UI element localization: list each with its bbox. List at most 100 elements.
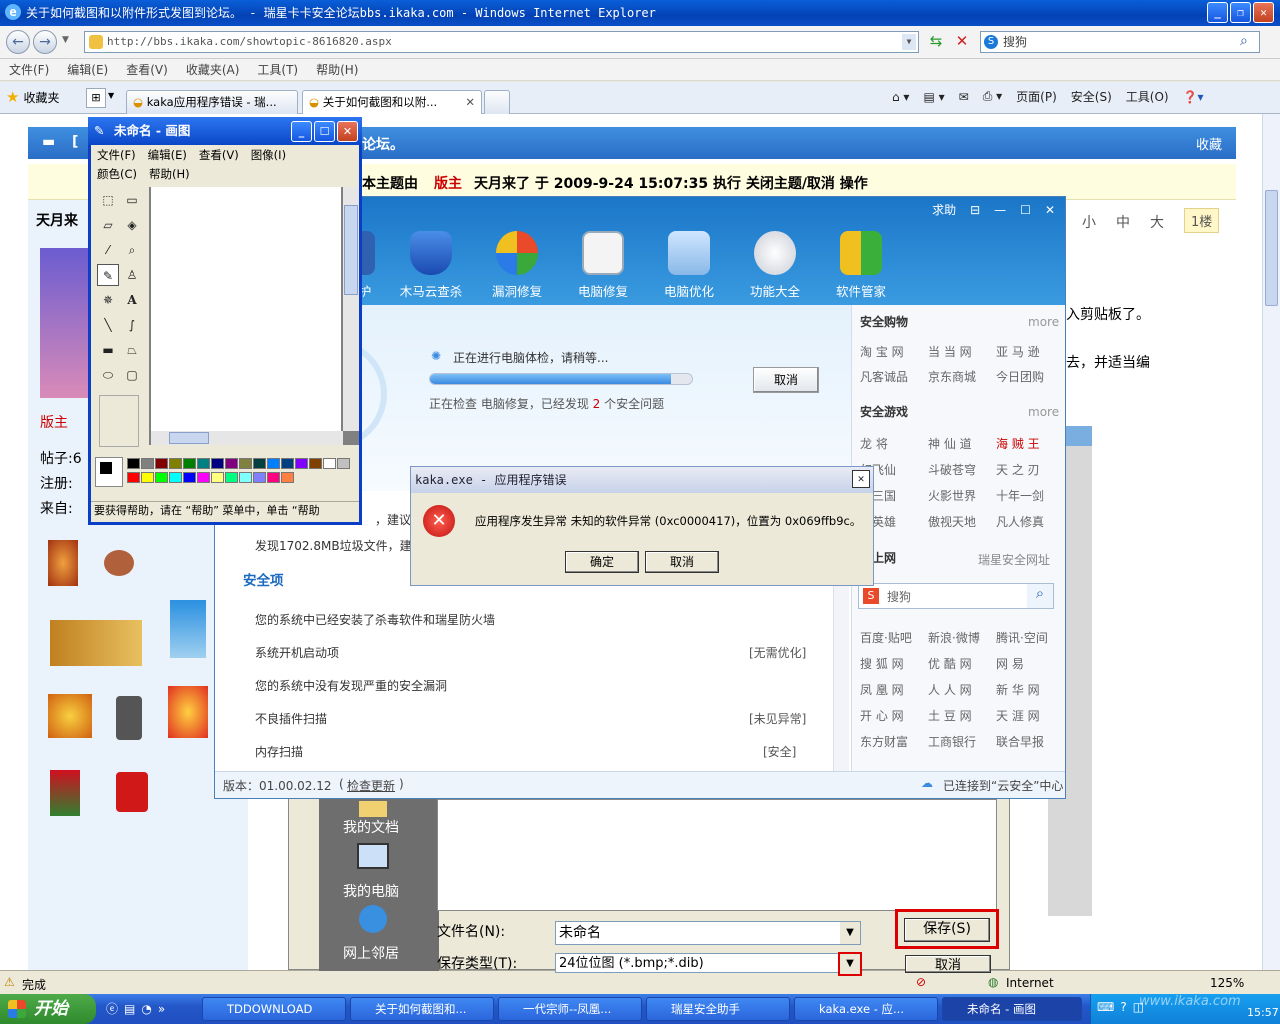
page-menu[interactable]: 页面(P) [1016,88,1057,105]
icon-vuln-fix[interactable]: 漏洞修复 [477,231,557,300]
link[interactable]: 神 仙 道 [928,435,972,452]
ie-quicklaunch-icon[interactable]: ⓔ [106,1000,118,1017]
rising-site-link[interactable]: 瑞星安全网址 [978,551,1050,568]
link[interactable]: 新 华 网 [996,681,1040,698]
color-swatch[interactable] [169,458,182,469]
link[interactable]: 凡客诚品 [860,368,908,385]
brush-icon[interactable]: ♙ [121,264,143,286]
color-swatch[interactable] [253,458,266,469]
menu-file[interactable]: 文件(F) [9,61,49,78]
favorites-button[interactable]: ★ 收藏夹 [6,88,59,106]
color-swatch[interactable] [281,458,294,469]
task-paint[interactable]: 未命名 - 画图 [942,997,1082,1021]
scrollbar-thumb[interactable] [344,205,358,295]
color-swatch[interactable] [267,472,280,483]
minimize-button[interactable]: _ [1207,2,1228,23]
color-swatch[interactable] [211,472,224,483]
icon-trojan-scan[interactable]: 木马云查杀 [391,231,471,300]
color-swatch[interactable] [211,458,224,469]
menu-help[interactable]: 帮助(H) [316,61,358,78]
url-dropdown-icon[interactable]: ▼ [902,34,916,50]
text-icon[interactable]: A [121,289,143,311]
favorite-link[interactable]: 收藏 [1196,134,1222,153]
icon-all-features[interactable]: 功能大全 [735,231,815,300]
keyboard-icon[interactable]: ⌨ [1097,1000,1114,1014]
tool-options[interactable] [99,395,139,447]
chevron-down-icon[interactable]: ▼ [838,952,862,976]
ellipse-icon[interactable]: ⬭ [97,364,119,386]
color-swatch[interactable] [183,472,196,483]
select-icon[interactable]: ▭ [121,189,143,211]
more-link[interactable]: more [1028,405,1059,419]
canvas-vscrollbar[interactable] [343,187,359,431]
color-swatch[interactable] [239,458,252,469]
magnifier-icon[interactable]: ⌕ [121,239,143,261]
help-link[interactable]: 求助 [932,201,956,218]
filename-input[interactable]: 未命名 ▼ [555,921,861,945]
help-tray-icon[interactable]: ? [1120,1000,1126,1014]
color-swatch[interactable] [337,458,350,469]
color-swatch[interactable] [309,458,322,469]
history-dropdown-icon[interactable]: ▼ [62,35,69,45]
picker-icon[interactable]: ⁄ [97,239,119,261]
link[interactable]: 工商银行 [928,733,976,750]
cancel-checkup-button[interactable]: 取消 [753,367,819,393]
kaka-search-input[interactable]: S 搜狗 ⌕ [858,583,1054,609]
fill-icon[interactable]: ◈ [121,214,143,236]
tab-list-icon[interactable]: ▼ [108,91,114,100]
link[interactable]: 火影世界 [928,487,976,504]
restore-button[interactable]: ❐ [1230,2,1251,23]
pencil-icon[interactable]: ✎ [97,264,119,286]
tab-close-icon[interactable]: ✕ [465,91,475,113]
link[interactable]: 新浪·微博 [928,629,980,646]
color-swatch[interactable] [225,458,238,469]
place-network[interactable]: 网上邻居 [343,943,399,963]
doc-quicklaunch-icon[interactable]: ▤ [124,1002,135,1016]
save-button[interactable]: 保存(S) [904,918,990,942]
help-icon[interactable]: ❓▾ [1183,90,1204,104]
tab-kaka-error[interactable]: ◒ kaka应用程序错误 - 瑞... [126,90,298,114]
new-tab-button[interactable] [484,90,510,114]
link[interactable]: 优 酷 网 [928,655,972,672]
rectangle-icon[interactable]: ▬ [97,339,119,361]
color-swatch[interactable] [155,472,168,483]
task-kaka-error[interactable]: kaka.exe - 应... [794,997,938,1021]
print-icon[interactable]: ⎙ ▾ [983,89,1002,104]
color-swatch[interactable] [197,472,210,483]
filetype-select[interactable]: 24位位图 (*.bmp;*.dib) ▼ [555,952,862,976]
refresh-icon[interactable]: ⇆ [926,32,946,52]
link[interactable]: 海 贼 王 [996,435,1040,452]
current-colors[interactable] [95,457,123,487]
menu-favorites[interactable]: 收藏夹(A) [186,61,240,78]
close-button[interactable]: ✕ [337,121,358,142]
cancel-button[interactable]: 取消 [905,955,991,973]
drawing-canvas[interactable] [151,187,341,431]
link[interactable]: 开 心 网 [860,707,904,724]
quick-tabs-icon[interactable]: ⊞ [86,88,106,108]
color-swatch[interactable] [281,472,294,483]
file-list[interactable] [437,799,997,911]
task-tddownload[interactable]: TDDOWNLOAD [202,997,346,1021]
close-icon[interactable]: ✕ [852,470,870,488]
chevron-down-icon[interactable]: ▼ [840,922,860,944]
stop-icon[interactable]: ✕ [952,32,972,52]
start-button[interactable]: 开始 [0,994,96,1024]
link[interactable]: 当 当 网 [928,343,972,360]
paint-menu-view[interactable]: 查看(V) [199,147,239,163]
color-swatch[interactable] [239,472,252,483]
link[interactable]: 十年一剑 [996,487,1044,504]
icon-pc-optimize[interactable]: 电脑优化 [649,231,729,300]
color-swatch[interactable] [225,472,238,483]
free-select-icon[interactable]: ⬚ [97,189,119,211]
close-icon[interactable]: ✕ [1045,203,1055,217]
search-input[interactable]: S 搜狗 [980,31,1260,53]
rounded-rect-icon[interactable]: ▢ [121,364,143,386]
safety-menu[interactable]: 安全(S) [1071,88,1112,105]
color-swatch[interactable] [295,458,308,469]
color-swatch[interactable] [141,472,154,483]
color-swatch[interactable] [127,472,140,483]
color-swatch[interactable] [141,458,154,469]
paint-menu-image[interactable]: 图像(I) [251,147,286,163]
close-button[interactable]: ✕ [1253,2,1274,23]
paint-menu-edit[interactable]: 编辑(E) [148,147,187,163]
